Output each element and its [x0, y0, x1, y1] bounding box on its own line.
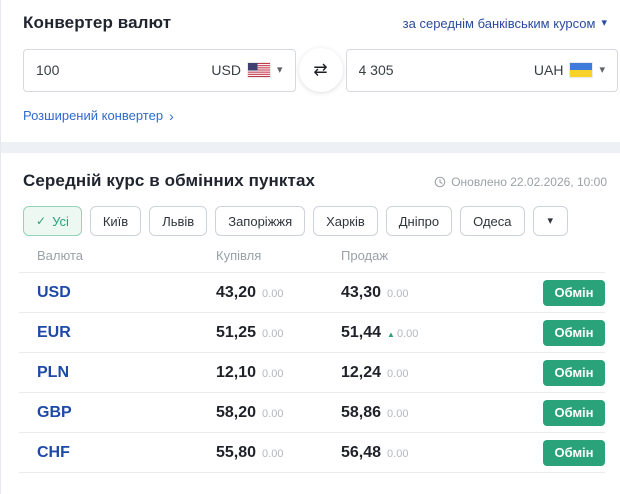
to-currency-box: UAH ▾	[345, 48, 618, 92]
sell-delta: ▲ 0.00	[387, 407, 409, 420]
caret-down-icon: ▾	[599, 63, 605, 76]
currency-code-link[interactable]: EUR	[19, 324, 216, 342]
currency-code-link[interactable]: GBP	[19, 404, 216, 422]
buy-delta: 0.00	[262, 447, 284, 460]
city-filter-chips: ✓ Усі Київ Львів Запоріжжя Харків Дніпро…	[23, 206, 598, 236]
sell-rate-cell: 43,30 ▲ 0.00	[341, 283, 409, 301]
card-divider	[1, 142, 620, 153]
sell-rate-cell: 58,86 ▲ 0.00	[341, 403, 409, 421]
buy-delta: 0.00	[262, 287, 284, 300]
clock-icon	[434, 176, 446, 188]
sell-delta: ▲ 0.00	[387, 328, 419, 340]
converter-title: Конвертер валют	[23, 13, 172, 32]
buy-rate-cell: 58,20 0.00	[216, 403, 284, 421]
ua-flag-icon	[570, 63, 593, 77]
to-currency-code: UAH	[533, 62, 564, 78]
from-currency-box: USD ▾	[23, 48, 296, 92]
caret-down-icon: ▾	[601, 17, 607, 29]
sell-rate-cell: 12,24 ▲ 0.00	[341, 363, 409, 381]
buy-delta: 0.00	[262, 327, 284, 340]
advanced-converter-label: Розширений конвертер	[23, 108, 164, 123]
currency-code-link[interactable]: CHF	[19, 444, 216, 462]
from-currency-select[interactable]: USD ▾	[211, 62, 282, 78]
sell-delta: ▲ 0.00	[387, 287, 409, 300]
from-currency-code: USD	[211, 62, 241, 78]
rate-type-label: за середнім банківським курсом	[402, 16, 596, 31]
exchange-button[interactable]: Обмін	[543, 319, 605, 346]
rate-type-selector[interactable]: за середнім банківським курсом ▾	[403, 16, 607, 31]
table-row: GBP 58,20 0.00 58,86 ▲ 0.00 Обмін	[19, 393, 605, 433]
filter-chip-kharkiv[interactable]: Харків	[313, 206, 378, 236]
table-header: Валюта Купівля Продаж	[19, 248, 605, 273]
buy-rate-cell: 51,25 0.00	[216, 323, 284, 341]
up-triangle-icon: ▲	[387, 329, 395, 339]
exchange-button[interactable]: Обмін	[543, 359, 605, 386]
updated-text: Оновлено 22.02.2026, 10:00	[451, 175, 607, 189]
converter-inputs-row: USD ▾	[23, 48, 618, 92]
exchange-button[interactable]: Обмін	[543, 439, 605, 466]
rates-title: Середній курс в обмінних пунктах	[23, 171, 316, 190]
buy-rate-cell: 12,10 0.00	[216, 363, 284, 381]
table-row: EUR 51,25 0.00 51,44 ▲ 0.00 Обмін	[19, 313, 605, 353]
swap-currencies-button[interactable]: ⇄	[298, 48, 343, 92]
filter-chip-odesa[interactable]: Одеса	[460, 206, 525, 236]
filter-chip-dnipro[interactable]: Дніпро	[385, 206, 453, 236]
filter-chip-kyiv[interactable]: Київ	[89, 206, 142, 236]
table-row: CHF 55,80 0.00 56,48 ▲ 0.00 Обмін	[19, 433, 605, 473]
table-row: USD 43,20 0.00 43,30 ▲ 0.00 Обмін	[19, 273, 605, 313]
currency-converter-card: Конвертер валют за середнім банківським …	[1, 0, 620, 142]
column-header-currency: Валюта	[37, 248, 83, 263]
buy-delta: 0.00	[262, 367, 284, 380]
advanced-converter-link[interactable]: Розширений конвертер ›	[23, 108, 174, 123]
updated-timestamp: Оновлено 22.02.2026, 10:00	[434, 175, 607, 189]
buy-rate-cell: 43,20 0.00	[216, 283, 284, 301]
sell-delta: ▲ 0.00	[387, 367, 409, 380]
to-amount-input[interactable]	[358, 62, 469, 78]
more-cities-dropdown[interactable]: ▾	[532, 206, 569, 236]
sell-rate-cell: 56,48 ▲ 0.00	[341, 443, 409, 461]
caret-down-icon: ▾	[276, 63, 283, 76]
table-row: PLN 12,10 0.00 12,24 ▲ 0.00 Обмін	[19, 353, 605, 393]
buy-rate-cell: 55,80 0.00	[216, 443, 284, 461]
rates-table: Валюта Купівля Продаж USD 43,20 0.00 43,…	[19, 248, 605, 473]
filter-chip-all[interactable]: ✓ Усі	[23, 206, 82, 236]
us-flag-icon	[247, 63, 270, 77]
swap-icon: ⇄	[313, 60, 328, 79]
buy-delta: 0.00	[262, 407, 284, 420]
currency-code-link[interactable]: PLN	[19, 364, 216, 382]
currency-code-link[interactable]: USD	[19, 284, 216, 302]
chevron-right-icon: ›	[169, 107, 174, 124]
column-header-sell: Продаж	[341, 248, 389, 263]
column-header-buy: Купівля	[216, 248, 262, 263]
filter-chip-zaporizhzhia[interactable]: Запоріжжя	[215, 206, 306, 236]
exchange-button[interactable]: Обмін	[543, 399, 605, 426]
exchange-button[interactable]: Обмін	[543, 279, 605, 306]
filter-chip-lviv[interactable]: Львів	[149, 206, 208, 236]
caret-down-icon: ▾	[547, 214, 554, 227]
table-body: USD 43,20 0.00 43,30 ▲ 0.00 Обмін	[19, 273, 605, 473]
page: Конвертер валют за середнім банківським …	[0, 0, 620, 494]
exchange-rates-card: Середній курс в обмінних пунктах Оновлен…	[1, 153, 620, 494]
from-amount-input[interactable]	[36, 62, 146, 78]
sell-rate-cell: 51,44 ▲ 0.00	[341, 323, 419, 341]
check-icon: ✓	[36, 214, 47, 228]
to-currency-select[interactable]: UAH ▾	[534, 62, 605, 78]
sell-delta: ▲ 0.00	[387, 447, 409, 460]
